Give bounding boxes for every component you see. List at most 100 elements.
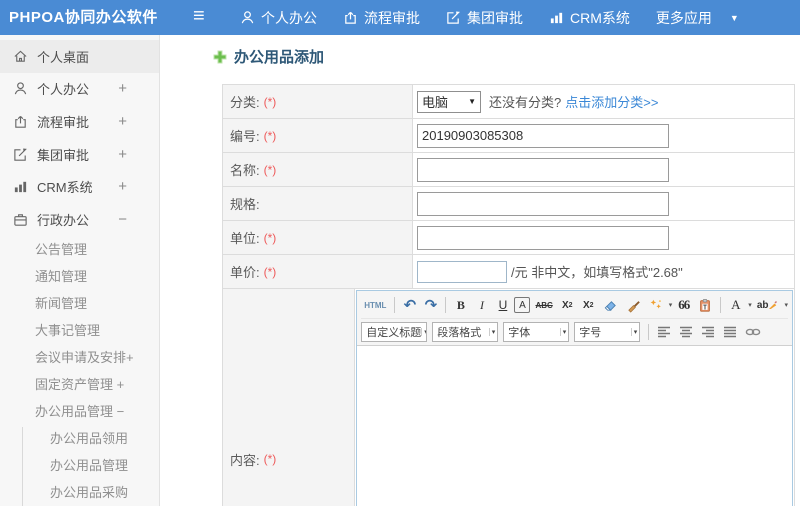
name-input[interactable] xyxy=(417,157,669,182)
editor-content-area[interactable] xyxy=(357,346,792,506)
unit-value-cell xyxy=(413,221,794,254)
sidebar-subitem-fixed-assets[interactable]: 固定资产管理 + xyxy=(0,371,159,398)
price-value-cell: /元 非中文，如填写格式"2.68" xyxy=(413,255,794,288)
spec-label: 规格: xyxy=(230,197,260,212)
form-row-content: 内容: (*) HTML ↶ ↷ B I U A ABC X 2 X 2 ▾ 6… xyxy=(222,289,795,506)
main-content: 办公用品添加 分类: (*) 电脑 ▼ 还没有分类? 点击添加分类>> 编号: … xyxy=(161,35,800,506)
expand-plus-icon[interactable]: + xyxy=(118,80,127,97)
sidebar-subitem-announcement[interactable]: 公告管理 xyxy=(0,236,159,263)
custom-title-select[interactable]: 自定义标题▾ xyxy=(361,321,428,342)
form-row-spec: 规格: xyxy=(222,187,795,221)
blockquote-button[interactable]: 66 xyxy=(674,295,693,315)
bar-chart-icon xyxy=(550,12,563,24)
expand-plus-icon[interactable]: + xyxy=(118,146,127,163)
sidebar-item-personal-desktop[interactable]: 个人桌面 xyxy=(0,40,159,73)
sidebar-item-group-approval[interactable]: 集团审批 + xyxy=(0,138,159,171)
sidebar-item-label: 个人办公 xyxy=(37,82,90,98)
paragraph-format-select[interactable]: 段落格式 ▾ xyxy=(432,321,499,342)
nav-more-apps[interactable]: 更多应用 ▼ xyxy=(656,8,739,28)
sidebar-subsubitem-supplies-claim[interactable]: 办公用品领用 xyxy=(0,425,159,452)
auto-format-caret-icon[interactable]: ▾ xyxy=(669,301,673,309)
share-icon xyxy=(15,115,26,128)
editor-toolbar-row-1: HTML ↶ ↷ B I U A ABC X2 X 2 ▾ 66 A ▾ ab … xyxy=(361,292,788,318)
caret-down-icon[interactable]: ▼ xyxy=(730,13,739,23)
name-value-cell xyxy=(413,153,794,186)
sidebar-item-admin-office[interactable]: 行政办公 − xyxy=(0,203,159,236)
select-caret-icon: ▾ xyxy=(559,327,566,336)
nav-crm-system[interactable]: CRM系统 xyxy=(549,8,630,28)
sidebar-subitem-events[interactable]: 大事记管理 xyxy=(0,317,159,344)
code-input[interactable] xyxy=(417,123,669,148)
price-label: 单价: xyxy=(230,265,260,280)
price-label-cell: 单价: (*) xyxy=(223,255,413,288)
required-mark: (*) xyxy=(263,94,277,109)
content-label-cell: 内容: (*) xyxy=(223,289,356,506)
bold-button[interactable]: B xyxy=(451,295,470,315)
nav-label: 个人办公 xyxy=(261,9,317,26)
spec-input[interactable] xyxy=(417,191,669,216)
nav-workflow-approval[interactable]: 流程审批 xyxy=(343,8,420,28)
sidebar-item-personal-office[interactable]: 个人办公 + xyxy=(0,73,159,106)
strikethrough-button[interactable]: ABC xyxy=(532,295,555,315)
sidebar-item-workflow-approval[interactable]: 流程审批 + xyxy=(0,105,159,138)
sidebar-item-label: CRM系统 xyxy=(37,180,93,196)
unit-label-cell: 单位: (*) xyxy=(223,221,413,254)
sidebar-item-label: 流程审批 xyxy=(37,114,90,130)
sidebar-item-label: 行政办公 xyxy=(37,212,90,228)
nav-group-approval[interactable]: 集团审批 xyxy=(446,8,523,28)
form-row-category: 分类: (*) 电脑 ▼ 还没有分类? 点击添加分类>> xyxy=(222,85,795,119)
category-selected-value: 电脑 xyxy=(422,95,449,110)
superscript-button[interactable]: X2 xyxy=(558,295,577,315)
nav-label: CRM系统 xyxy=(570,9,630,26)
editor-toolbar-row-2: 自定义标题▾ 段落格式▾ 字体▾ 字号▾ xyxy=(361,318,788,344)
nav-personal-office[interactable]: 个人办公 xyxy=(240,8,317,28)
sidebar-item-crm-system[interactable]: CRM系统 + xyxy=(0,170,159,203)
redo-button[interactable]: ↷ xyxy=(421,295,440,315)
eraser-button[interactable] xyxy=(600,295,621,315)
pen-icon xyxy=(769,300,778,309)
font-color-caret-icon[interactable]: ▾ xyxy=(748,301,752,309)
paste-text-button[interactable] xyxy=(695,295,715,315)
sidebar-subsubitem-supplies-manage[interactable]: 办公用品管理 xyxy=(0,452,159,479)
auto-format-button[interactable] xyxy=(646,295,666,315)
autotypeset-button[interactable]: A xyxy=(514,297,531,313)
required-mark: (*) xyxy=(263,264,277,279)
align-justify-button[interactable] xyxy=(720,322,740,342)
sidebar-subitem-office-supplies[interactable]: 办公用品管理 − xyxy=(0,398,159,425)
font-family-select[interactable]: 字体 ▾ xyxy=(503,321,570,342)
required-mark: (*) xyxy=(263,230,277,245)
font-size-select[interactable]: 字号 ▾ xyxy=(574,321,641,342)
format-brush-button[interactable] xyxy=(623,295,644,315)
font-color-button[interactable]: A xyxy=(726,295,745,315)
plus-icon xyxy=(213,50,227,63)
category-select[interactable]: 电脑 ▼ xyxy=(417,90,481,113)
sidebar-subsubitem-supplies-purchase[interactable]: 办公用品采购 xyxy=(0,479,159,506)
highlight-caret-icon[interactable]: ▾ xyxy=(784,301,788,309)
sparkle-wand-icon xyxy=(650,299,661,309)
form-row-price: 单价: (*) /元 非中文，如填写格式"2.68" xyxy=(222,255,795,289)
source-code-button[interactable]: HTML xyxy=(361,295,389,315)
highlight-color-button[interactable]: ab xyxy=(754,295,782,315)
align-right-button[interactable] xyxy=(698,322,718,342)
align-center-button[interactable] xyxy=(676,322,696,342)
price-input[interactable] xyxy=(417,260,507,283)
align-left-button[interactable] xyxy=(654,322,674,342)
collapse-minus-icon[interactable]: − xyxy=(118,211,127,228)
add-category-link[interactable]: 点击添加分类>> xyxy=(565,92,658,111)
insert-link-button[interactable] xyxy=(742,322,764,342)
undo-button[interactable]: ↶ xyxy=(400,295,419,315)
office-supplies-submenu: 办公用品领用 办公用品管理 办公用品采购 xyxy=(0,425,159,506)
underline-button[interactable]: U xyxy=(493,295,512,315)
expand-plus-icon[interactable]: + xyxy=(118,178,127,195)
subscript-button[interactable]: X2 xyxy=(579,295,598,315)
unit-input[interactable] xyxy=(417,225,669,250)
sidebar-subitem-meetings[interactable]: 会议申请及安排+ xyxy=(0,344,159,371)
sidebar-subitem-news[interactable]: 新闻管理 xyxy=(0,290,159,317)
sidebar-subitem-notification[interactable]: 通知管理 xyxy=(0,263,159,290)
italic-button[interactable]: I xyxy=(472,295,491,315)
eraser-icon xyxy=(604,300,616,311)
sidebar-item-label: 个人桌面 xyxy=(37,49,90,65)
expand-plus-icon[interactable]: + xyxy=(118,113,127,130)
hamburger-menu-icon[interactable]: ≡ xyxy=(193,0,205,35)
code-value-cell xyxy=(413,119,794,152)
